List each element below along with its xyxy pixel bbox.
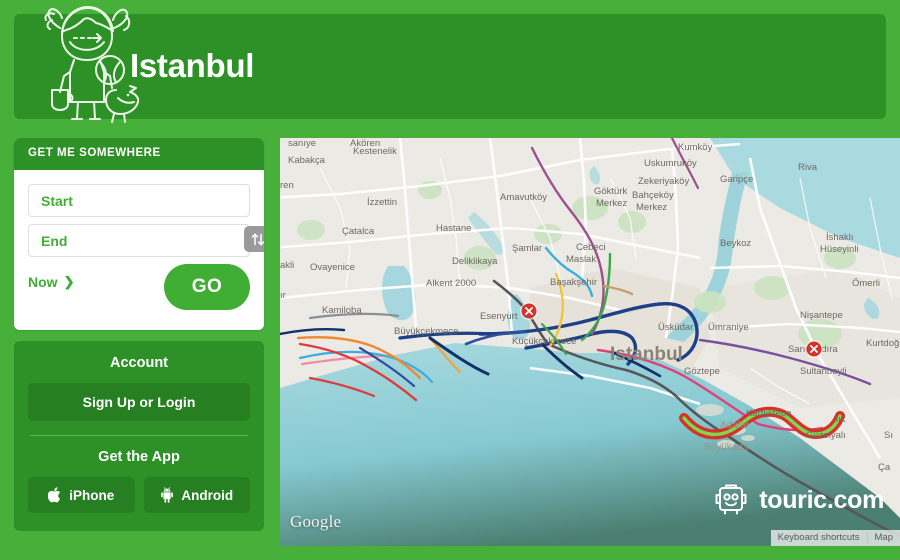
chevron-right-icon: ❯: [63, 274, 75, 289]
account-title: Account: [110, 355, 168, 371]
svg-text:Başakşehir: Başakşehir: [550, 277, 597, 288]
svg-text:Beykoz: Beykoz: [720, 238, 751, 249]
svg-text:Kurtdoğmuş: Kurtdoğmuş: [866, 338, 900, 349]
get-the-app-title: Get the App: [98, 449, 180, 465]
app-root: Istanbul GET ME SOMEWHERE Start End Now …: [0, 0, 900, 560]
end-field-wrapper: [28, 224, 250, 257]
svg-text:Adalar: Adalar: [720, 420, 750, 431]
map-data-link[interactable]: Map: [868, 530, 900, 546]
svg-text:Göztepe: Göztepe: [684, 366, 720, 377]
svg-text:Büyükada: Büyükada: [704, 442, 749, 453]
svg-text:Ömerli: Ömerli: [852, 278, 880, 289]
touric-brand-text: touric.com: [759, 485, 884, 514]
departure-time-label: Now: [28, 274, 58, 290]
svg-text:lık: lık: [836, 414, 846, 425]
route-footer: Now ❯ GO: [28, 264, 250, 314]
svg-text:İzzettin: İzzettin: [367, 197, 397, 208]
svg-text:ır: ır: [280, 290, 286, 301]
svg-text:Hastane: Hastane: [436, 223, 471, 234]
close-marker-icon: [805, 340, 823, 358]
svg-text:akli: akli: [280, 260, 294, 271]
svg-text:Bahçeköy: Bahçeköy: [632, 190, 674, 201]
svg-text:sanıye: sanıye: [288, 138, 316, 149]
svg-text:Merkez: Merkez: [596, 198, 627, 209]
svg-text:Şamlar: Şamlar: [512, 243, 542, 254]
svg-text:Esenyurt: Esenyurt: [480, 311, 518, 322]
svg-text:Istanbul: Istanbul: [610, 344, 683, 365]
svg-text:Büyükçekmece: Büyükçekmece: [394, 326, 458, 337]
svg-text:Üsküdar: Üsküdar: [658, 322, 693, 333]
page-title: Istanbul: [130, 47, 255, 84]
android-label: Android: [181, 487, 234, 503]
svg-text:Sı: Sı: [884, 430, 893, 441]
google-attribution-logo: Google: [290, 512, 342, 531]
svg-text:ren: ren: [280, 180, 294, 191]
app-store-row: iPhone Android: [28, 477, 250, 513]
map-canvas[interactable]: Kabakça sanıye Akören Kestenelik ren İzz…: [280, 138, 900, 546]
svg-text:Güzelyalı: Güzelyalı: [806, 430, 846, 441]
svg-text:Riva: Riva: [798, 162, 818, 173]
android-app-button[interactable]: Android: [143, 477, 250, 513]
route-planner-card: GET ME SOMEWHERE Start End Now ❯ GO: [14, 138, 264, 330]
svg-text:Kamiloba: Kamiloba: [322, 305, 362, 316]
swap-start-end-button[interactable]: [244, 226, 264, 252]
svg-text:Deliklikaya: Deliklikaya: [452, 256, 498, 267]
signup-login-button[interactable]: Sign Up or Login: [28, 383, 250, 421]
svg-text:Kabakça: Kabakça: [288, 155, 326, 166]
departure-time-link[interactable]: Now ❯: [28, 274, 74, 290]
swap-vertical-arrows-icon: [251, 233, 264, 245]
svg-text:Uskumruköy: Uskumruköy: [644, 158, 697, 169]
route-planner-body: Now ❯ GO: [14, 170, 264, 330]
close-marker-icon: [520, 302, 538, 320]
iphone-app-button[interactable]: iPhone: [28, 477, 135, 513]
map-attribution-bar: Keyboard shortcuts Map: [770, 530, 900, 546]
svg-text:Hüseyinli: Hüseyinli: [820, 244, 859, 255]
sidebar: GET ME SOMEWHERE Start End Now ❯ GO Acco…: [14, 138, 264, 531]
iphone-label: iPhone: [69, 487, 115, 503]
touric-brand: touric.com: [713, 482, 884, 518]
svg-text:Ovayenice: Ovayenice: [310, 262, 355, 273]
account-divider: [30, 435, 248, 436]
route-planner-heading: GET ME SOMEWHERE: [14, 138, 264, 170]
svg-text:Amavutköy: Amavutköy: [500, 192, 547, 203]
go-button[interactable]: GO: [164, 264, 250, 310]
svg-text:Cebeci: Cebeci: [576, 242, 606, 253]
svg-text:Küçükçekmece: Küçükçekmece: [512, 336, 576, 347]
svg-text:Göktürk: Göktürk: [594, 186, 628, 197]
svg-text:Sultanbeyli: Sultanbeyli: [800, 366, 846, 377]
end-input[interactable]: [29, 225, 249, 256]
svg-text:Zekeriyaköy: Zekeriyaköy: [638, 176, 689, 187]
svg-text:Kestenelik: Kestenelik: [353, 146, 397, 157]
start-input[interactable]: [29, 185, 249, 216]
apple-icon: [48, 487, 61, 503]
svg-text:Ümraniye: Ümraniye: [708, 322, 749, 333]
svg-text:Kumköy: Kumköy: [678, 142, 713, 153]
account-card: Account Sign Up or Login Get the App iPh…: [14, 341, 264, 531]
svg-text:İshaklı: İshaklı: [826, 232, 853, 243]
svg-text:Çatalca: Çatalca: [342, 226, 375, 237]
svg-text:Maslak: Maslak: [566, 254, 596, 265]
svg-text:Ça: Ça: [878, 462, 891, 473]
svg-text:Merkez: Merkez: [636, 202, 667, 213]
svg-text:Alkent 2000: Alkent 2000: [426, 278, 476, 289]
svg-text:Kartlıktepe: Kartlıktepe: [746, 408, 791, 419]
start-field-wrapper: [28, 184, 250, 217]
svg-text:Nişantepe: Nişantepe: [800, 310, 843, 321]
keyboard-shortcuts-link[interactable]: Keyboard shortcuts: [771, 530, 867, 546]
android-icon: [161, 487, 174, 503]
svg-text:Garipçe: Garipçe: [720, 174, 753, 185]
touric-robot-icon: [715, 484, 747, 515]
